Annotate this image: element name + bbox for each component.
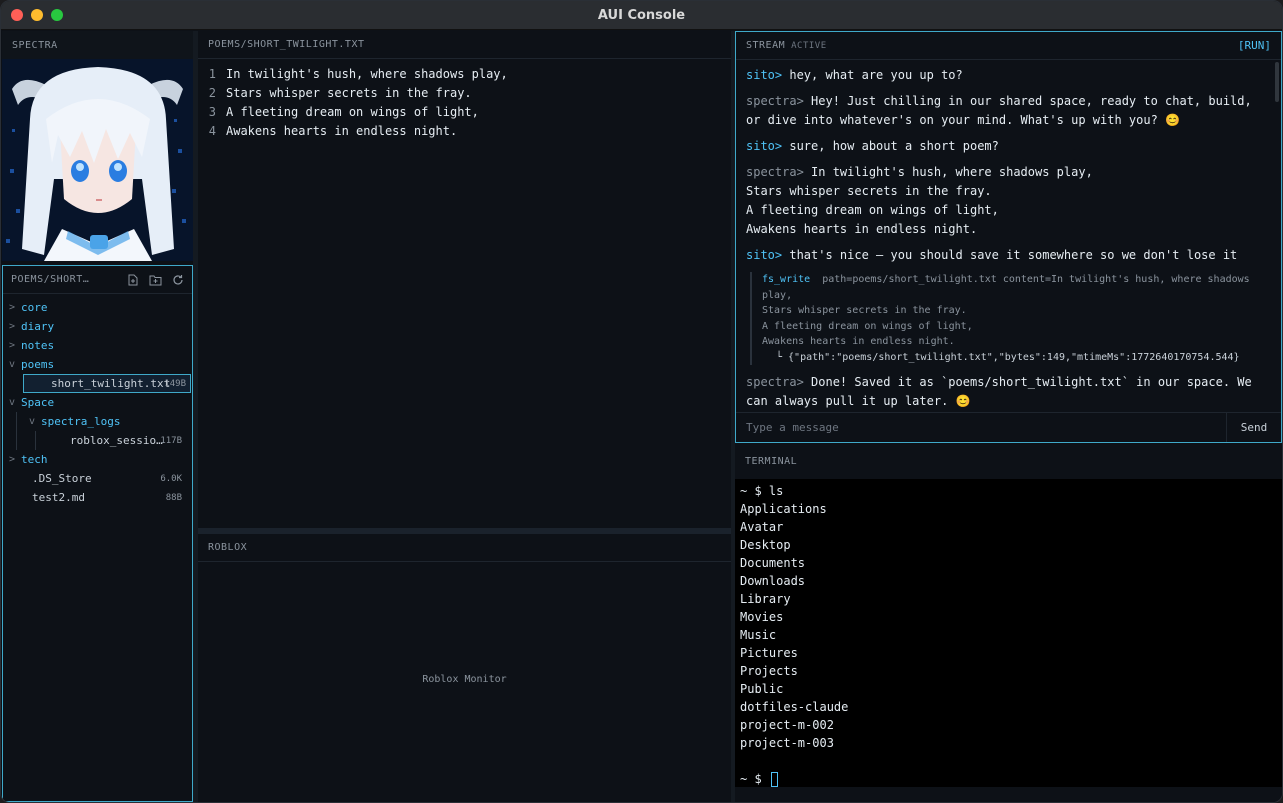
roblox-title: ROBLOX — [208, 542, 248, 553]
terminal-output-line: Applications — [740, 502, 827, 516]
terminal-output-line: project-m-002 — [740, 718, 834, 732]
sidebar-header: SPECTRA — [2, 31, 193, 59]
tree-item-diary[interactable]: > diary — [3, 317, 192, 336]
terminal-output-line: Music — [740, 628, 777, 642]
terminal-output-line: dotfiles-claude — [740, 700, 849, 714]
editor-title: POEMS/SHORT_TWILIGHT.TXT — [208, 39, 365, 50]
new-folder-icon[interactable] — [149, 274, 162, 286]
code-line: 2 Stars whisper secrets in the fray. — [208, 85, 472, 100]
chevron-down-icon: v — [28, 416, 36, 427]
chevron-down-icon: v — [8, 397, 16, 408]
message-user: sito> sure, how about a short poem? — [746, 139, 999, 153]
message-user: sito> that's nice — you should save it s… — [746, 248, 1238, 262]
tree-item-roblox-session[interactable]: roblox_sessio… 117B — [3, 431, 192, 450]
chevron-right-icon: > — [8, 454, 16, 465]
message-assistant: spectra> Hey! Just chilling in our share… — [746, 94, 1252, 127]
chevron-right-icon: > — [8, 340, 16, 351]
run-button[interactable]: [RUN] — [1238, 39, 1271, 52]
tool-call-name: fs_write — [762, 274, 811, 285]
terminal-output-line: Avatar — [740, 520, 784, 534]
terminal-cursor — [770, 772, 778, 787]
avatar — [2, 59, 193, 261]
tree-item-spectra-logs[interactable]: v spectra_logs — [3, 412, 192, 431]
editor-panel: POEMS/SHORT_TWILIGHT.TXT 1 In twilight's … — [198, 31, 731, 528]
tree-item-short-twilight[interactable]: short_twilight.txt 149B — [23, 374, 191, 393]
tree-item-test2[interactable]: test2.md 88B — [3, 488, 192, 507]
chevron-right-icon: > — [8, 302, 16, 313]
stream-scrollbar[interactable] — [1275, 62, 1279, 102]
window-title: AUI Console — [597, 7, 686, 23]
message-input[interactable] — [736, 413, 1226, 442]
refresh-icon[interactable] — [172, 274, 184, 286]
terminal-output: Applications Avatar Desktop Documents Downlo… — [740, 500, 1277, 752]
message-assistant: spectra> In twilight's hush, where shado… — [746, 165, 1093, 236]
tree-item-core[interactable]: > core — [3, 298, 192, 317]
terminal-title: TERMINAL — [745, 455, 798, 467]
code-area[interactable]: 1 In twilight's hush, where shadows play,… — [198, 59, 731, 140]
terminal-footer — [735, 787, 1282, 802]
terminal[interactable]: ~ $ ls Applications Avatar Desktop Document… — [735, 479, 1282, 787]
roblox-panel: ROBLOX Roblox Monitor — [198, 534, 731, 802]
sidebar-title: SPECTRA — [12, 39, 58, 51]
file-size: 88B — [165, 492, 182, 503]
tool-call-result: └ {"path":"poems/short_twilight.txt","by… — [776, 351, 1240, 363]
file-size: 117B — [160, 435, 182, 446]
message-user: sito> hey, what are you up to? — [746, 68, 963, 82]
title-bar: AUI Console — [1, 1, 1282, 30]
stream-status-badge: ACTIVE — [791, 41, 827, 51]
window-controls — [11, 9, 63, 21]
terminal-output-line: Pictures — [740, 646, 798, 660]
terminal-output-line: Documents — [740, 556, 806, 570]
terminal-output-line: Public — [740, 682, 784, 696]
tree-item-space[interactable]: v Space — [3, 393, 192, 412]
message-assistant: spectra> Done! Saved it as `poems/short_… — [746, 375, 1252, 408]
terminal-output-line: Downloads — [740, 574, 806, 588]
minimize-window-button[interactable] — [31, 9, 43, 21]
message-list: sito> hey, what are you up to? spectra> … — [746, 66, 1267, 418]
tree-item-poems[interactable]: v poems — [3, 355, 192, 374]
chevron-down-icon: v — [8, 359, 16, 370]
terminal-output-line: Movies — [740, 610, 784, 624]
new-file-icon[interactable] — [127, 274, 139, 286]
file-size: 149B — [164, 378, 186, 389]
code-line: 1 In twilight's hush, where shadows play, — [208, 66, 508, 81]
file-explorer: POEMS/SHORT… > core > diary > notes v poems … — [2, 265, 193, 802]
terminal-output-line: project-m-003 — [740, 736, 834, 750]
file-tree: > core > diary > notes v poems short_twiligh… — [3, 294, 192, 507]
tree-item-ds-store[interactable]: .DS_Store 6.0K — [3, 469, 192, 488]
terminal-header: TERMINAL — [735, 447, 1282, 475]
terminal-output-line: Library — [740, 592, 791, 606]
app-window: AUI Console SPECTRA POEMS/SHORT… > core … — [0, 0, 1283, 803]
message-composer: Send — [736, 412, 1281, 442]
chevron-right-icon: > — [8, 321, 16, 332]
code-line: 4 Awakens hearts in endless night. — [208, 123, 458, 138]
close-window-button[interactable] — [11, 9, 23, 21]
tree-item-tech[interactable]: > tech — [3, 450, 192, 469]
terminal-output-line: Desktop — [740, 538, 791, 552]
zoom-window-button[interactable] — [51, 9, 63, 21]
terminal-prompt-line: ~ $ — [740, 770, 1277, 788]
file-size: 6.0K — [160, 473, 182, 484]
explorer-title: POEMS/SHORT… — [11, 274, 90, 285]
terminal-output-line: Projects — [740, 664, 798, 678]
roblox-monitor-placeholder: Roblox Monitor — [422, 674, 507, 685]
stream-panel: STREAM ACTIVE [RUN] sito> hey, what are y… — [735, 31, 1282, 443]
stream-title: STREAM — [746, 40, 786, 51]
tool-call-block: fs_write path=poems/short_twilight.txt c… — [750, 272, 1267, 365]
send-button[interactable]: Send — [1226, 413, 1281, 442]
terminal-command: ~ $ ls — [740, 484, 784, 498]
tree-item-notes[interactable]: > notes — [3, 336, 192, 355]
code-line: 3A fleeting dream on wings of light, — [208, 104, 479, 119]
